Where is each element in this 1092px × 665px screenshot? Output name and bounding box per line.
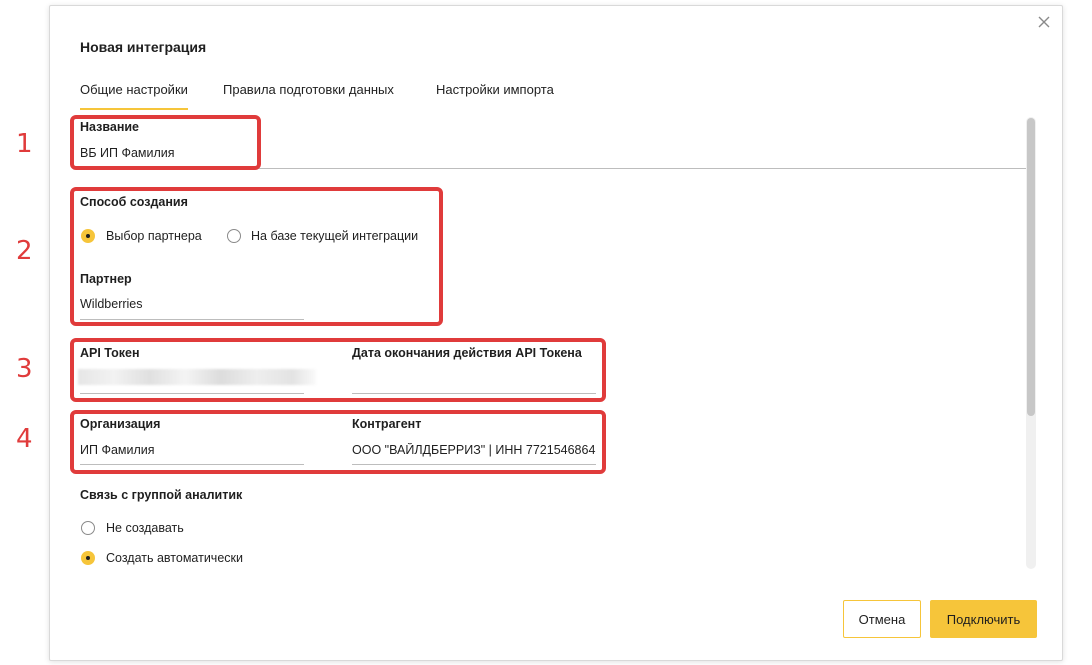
radio-create-automatically-label[interactable]: Создать автоматически: [106, 551, 243, 565]
connect-button[interactable]: Подключить: [930, 600, 1037, 638]
annotation-number-4: 4: [16, 424, 33, 454]
dialog-title: Новая интеграция: [80, 39, 207, 55]
highlight-box-1: [70, 115, 261, 170]
page-backdrop: [0, 0, 48, 665]
tab-general-settings[interactable]: Общие настройки: [80, 82, 188, 110]
tab-import-settings[interactable]: Настройки импорта: [436, 82, 554, 108]
scrollbar-thumb[interactable]: [1027, 118, 1035, 416]
close-icon[interactable]: [1036, 14, 1052, 30]
annotation-number-2: 2: [16, 236, 33, 266]
analytics-group-label: Связь с группой аналитик: [80, 488, 243, 502]
tab-data-preparation-rules[interactable]: Правила подготовки данных: [223, 82, 394, 108]
highlight-box-3: [70, 338, 606, 402]
annotation-number-1: 1: [16, 129, 33, 159]
highlight-box-4: [70, 410, 606, 474]
annotation-number-3: 3: [16, 354, 33, 384]
radio-create-automatically[interactable]: [81, 551, 95, 565]
radio-do-not-create-label[interactable]: Не создавать: [106, 521, 184, 535]
highlight-box-2: [70, 187, 443, 326]
radio-do-not-create[interactable]: [81, 521, 95, 535]
cancel-button[interactable]: Отмена: [843, 600, 921, 638]
